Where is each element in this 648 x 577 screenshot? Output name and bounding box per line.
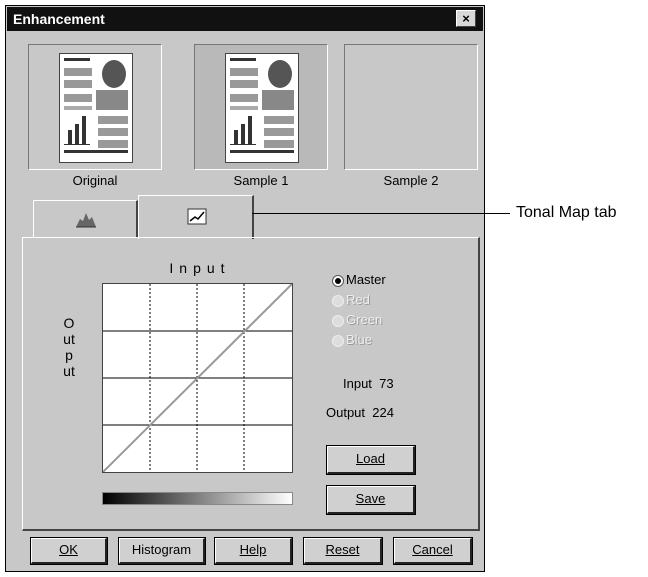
radio-red: Red [332, 290, 386, 310]
radio-master-indicator[interactable] [332, 274, 344, 287]
preview-sample-2[interactable] [344, 44, 478, 170]
output-readout-label: Output [326, 405, 366, 420]
callout-leader-line [252, 213, 510, 214]
ok-button[interactable]: OK [30, 537, 108, 565]
reset-button-label: Reset [325, 542, 360, 557]
save-button[interactable]: Save [326, 485, 416, 515]
dialog-title: Enhancement [7, 7, 483, 31]
preview-sample-1[interactable] [194, 44, 328, 170]
preview-original[interactable] [28, 44, 162, 170]
preview-original-label: Original [72, 173, 118, 188]
output-axis-label: Output [63, 315, 75, 379]
reset-button[interactable]: Reset [303, 537, 383, 565]
radio-green: Green [332, 310, 386, 330]
radio-green-label: Green [346, 312, 383, 327]
output-readout-value: 224 [372, 405, 394, 420]
radio-red-label: Red [346, 292, 370, 307]
document-thumbnail-graphic [64, 58, 128, 153]
input-readout-value: 73 [379, 376, 394, 391]
document-thumbnail [59, 53, 133, 163]
tab-tonal-map[interactable] [138, 195, 254, 239]
input-axis-label: Input [169, 260, 231, 276]
channel-radio-group: Master Red Green Blue [332, 270, 386, 350]
ok-button-label: OK [59, 542, 78, 557]
preview-sample-2-label: Sample 2 [383, 173, 439, 188]
tonal-curve-graph[interactable] [102, 283, 293, 473]
input-readout-label: Input [343, 376, 372, 391]
help-button-label: Help [239, 542, 267, 557]
histogram-icon [76, 213, 96, 228]
tonal-curve-canvas [102, 283, 293, 473]
preview-sample-1-label: Sample 1 [233, 173, 289, 188]
help-button[interactable]: Help [214, 537, 293, 565]
tone-gradient-bar [102, 492, 293, 505]
tonal-curve-icon [187, 208, 207, 225]
radio-green-indicator [332, 314, 344, 327]
load-button[interactable]: Load [326, 445, 416, 475]
input-readout: Input 73 [343, 376, 394, 391]
save-button-label: Save [355, 491, 386, 506]
output-readout: Output 224 [326, 405, 394, 420]
callout-label: Tonal Map tab [516, 204, 617, 221]
document-thumbnail [225, 53, 299, 163]
close-button[interactable]: × [456, 10, 476, 27]
radio-blue-indicator [332, 334, 344, 347]
radio-blue: Blue [332, 330, 386, 350]
document-thumbnail-graphic [230, 58, 294, 153]
radio-blue-label: Blue [346, 332, 373, 347]
histogram-button-label: Histogram [131, 542, 192, 557]
cancel-button-label: Cancel [412, 542, 453, 557]
histogram-button[interactable]: Histogram [118, 537, 206, 565]
tab-histogram[interactable] [33, 200, 138, 238]
cancel-button[interactable]: Cancel [393, 537, 473, 565]
radio-master-label: Master [346, 272, 386, 287]
radio-master[interactable]: Master [332, 270, 386, 290]
radio-red-indicator [332, 294, 344, 307]
load-button-label: Load [356, 451, 385, 466]
